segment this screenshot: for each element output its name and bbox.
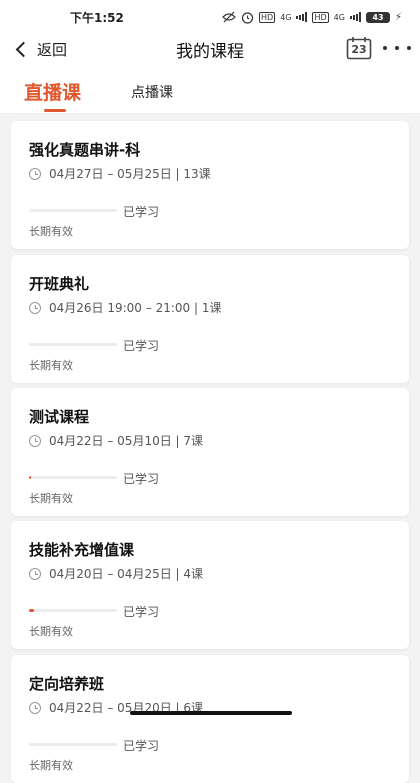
course-schedule-text: 04月26日 19:00 – 21:00 | 1课: [49, 301, 222, 315]
course-schedule-text: 04月20日 – 04月25日 | 4课: [49, 567, 204, 581]
course-title: 强化真题串讲-科: [29, 141, 141, 159]
hd-badge: HD: [259, 11, 276, 23]
more-button[interactable]: [383, 38, 411, 58]
back-label: 返回: [37, 40, 68, 59]
progress-bar: [29, 343, 117, 346]
progress-label: 已学习: [123, 739, 160, 753]
progress-bar: [29, 209, 117, 212]
calendar-button[interactable]: 23: [346, 36, 372, 60]
eye-off-icon: [222, 11, 236, 23]
dot-icon: [395, 46, 399, 50]
validity-text: 长期有效: [29, 759, 73, 772]
validity-text: 长期有效: [29, 625, 73, 638]
course-title: 技能补充增值课: [29, 541, 135, 559]
status-time: 下午1:52: [70, 10, 124, 25]
status-icons: HD 4G HD 4G 43 ⚡: [222, 11, 402, 24]
chevron-left-icon: [15, 41, 32, 57]
course-title: 定向培养班: [29, 675, 105, 693]
progress-label: 已学习: [123, 472, 160, 486]
dot-icon: [407, 46, 411, 50]
course-schedule: 04月22日 – 05月10日 | 7课: [29, 432, 203, 449]
alarm-icon: [241, 11, 254, 24]
tab-live[interactable]: 直播课: [24, 78, 81, 105]
hd-badge-2: HD: [312, 11, 329, 23]
validity-text: 长期有效: [29, 359, 73, 372]
course-title: 开班典礼: [29, 275, 90, 293]
progress-bar: [29, 743, 117, 746]
progress-bar: [29, 476, 117, 479]
course-schedule: 04月20日 – 04月25日 | 4课: [29, 565, 203, 582]
signal-icon-2: [349, 12, 361, 22]
home-indicator: [130, 711, 292, 715]
course-card[interactable]: 定向培养班 04月22日 – 05月20日 | 6课 已学习 长期有效: [11, 655, 409, 783]
progress-fill: [29, 609, 35, 612]
course-card[interactable]: 技能补充增值课 04月20日 – 04月25日 | 4课 已学习 长期有效: [11, 521, 409, 649]
validity-text: 长期有效: [29, 492, 73, 505]
network-type-2: 4G: [333, 12, 345, 22]
course-schedule-text: 04月22日 – 05月10日 | 7课: [49, 434, 204, 448]
dot-icon: [383, 46, 387, 50]
active-tab-indicator: [44, 109, 66, 112]
course-card[interactable]: 测试课程 04月22日 – 05月10日 | 7课 已学习 长期有效: [11, 388, 409, 516]
clock-icon: [29, 701, 41, 714]
course-card[interactable]: 开班典礼 04月26日 19:00 – 21:00 | 1课 已学习 长期有效: [11, 255, 409, 383]
clock-icon: [29, 167, 41, 180]
tab-vod[interactable]: 点播课: [131, 82, 173, 102]
course-title: 测试课程: [29, 408, 90, 426]
clock-icon: [29, 567, 41, 580]
progress-label: 已学习: [123, 205, 160, 219]
signal-icon: [296, 12, 308, 22]
validity-text: 长期有效: [29, 225, 73, 238]
network-type: 4G: [280, 12, 292, 22]
battery-level: 43: [372, 12, 384, 22]
course-schedule-text: 04月27日 – 05月25日 | 13课: [49, 167, 211, 181]
course-card[interactable]: 强化真题串讲-科 04月27日 – 05月25日 | 13课 已学习 长期有效: [11, 121, 409, 249]
progress-fill: [29, 476, 31, 479]
battery-icon: 43: [365, 11, 390, 23]
charging-icon: ⚡: [394, 11, 402, 23]
clock-icon: [29, 434, 41, 447]
progress-label: 已学习: [123, 339, 160, 353]
back-button[interactable]: 返回: [14, 37, 67, 61]
course-schedule: 04月27日 – 05月25日 | 13课: [29, 165, 211, 182]
calendar-day: 23: [351, 43, 367, 56]
course-schedule: 04月26日 19:00 – 21:00 | 1课: [29, 299, 221, 316]
nav-header: 返回 我的课程 23: [0, 34, 420, 64]
status-bar: 下午1:52 HD 4G HD 4G 43 ⚡: [0, 0, 420, 34]
course-tabs: 直播课 点播课: [0, 64, 420, 114]
progress-label: 已学习: [123, 605, 160, 619]
progress-bar: [29, 609, 117, 612]
clock-icon: [29, 301, 41, 314]
